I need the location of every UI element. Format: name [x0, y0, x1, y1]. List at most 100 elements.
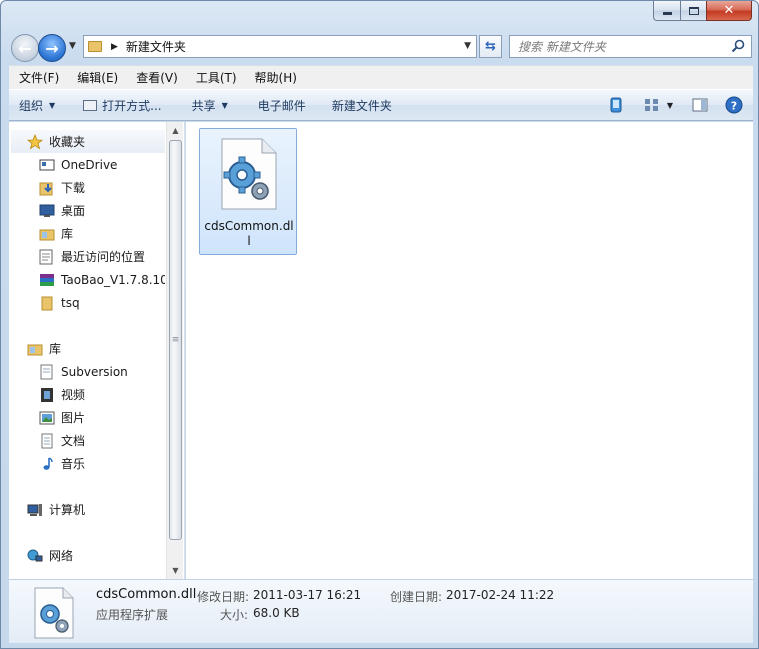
tree-item-recent-places[interactable]: 最近访问的位置 — [39, 245, 145, 268]
application-icon — [83, 99, 98, 111]
tree-item-desktop[interactable]: 桌面 — [39, 199, 85, 222]
tree-item-videos[interactable]: 视频 — [39, 383, 85, 406]
tree-computer[interactable]: 计算机 — [27, 498, 85, 521]
minimize-button[interactable] — [653, 1, 680, 21]
details-pane: cdsCommon.dll 应用程序扩展 修改日期: 2011-03-17 16… — [9, 579, 753, 643]
tree-computer-label: 计算机 — [49, 503, 86, 517]
recent-pages-dropdown[interactable]: ▼ — [69, 41, 76, 51]
tree-favorites[interactable]: 收藏夹 — [11, 130, 165, 153]
tree-item-taobao[interactable]: TaoBao_V1.7.8.10_ — [39, 268, 165, 291]
file-item-selected[interactable]: cdsCommon.dll — [199, 128, 297, 255]
tree-item-tsq[interactable]: tsq — [39, 291, 80, 314]
change-view-icon[interactable] — [643, 96, 661, 114]
tree-item-label: 视频 — [61, 388, 86, 402]
onedrive-icon — [39, 157, 55, 173]
menu-file[interactable]: 文件(F) — [9, 69, 67, 86]
tree-item-label: 文档 — [61, 434, 86, 448]
organize-label: 组织 — [19, 98, 44, 113]
tree-item-library[interactable]: 库 — [39, 222, 73, 245]
tree-item-label: 库 — [61, 227, 74, 241]
breadcrumb-current[interactable]: 新建文件夹 — [126, 38, 186, 55]
winrar-archive-icon — [39, 272, 55, 288]
open-with-button[interactable]: 打开方式... — [67, 90, 173, 120]
tree-network[interactable]: 网络 — [27, 544, 73, 567]
tree-item-label: 音乐 — [61, 457, 86, 471]
desktop-icon — [39, 203, 55, 219]
menu-help[interactable]: 帮助(H) — [245, 69, 305, 86]
preview-pane-icon[interactable] — [691, 96, 709, 114]
computer-icon — [27, 502, 43, 518]
menu-view[interactable]: 查看(V) — [126, 69, 186, 86]
dll-file-gear-icon — [221, 138, 277, 210]
star-icon — [27, 133, 43, 150]
new-folder-button[interactable]: 新建文件夹 — [318, 90, 404, 120]
command-bar: 组织 ▼ 打开方式... 共享 ▼ 电子邮件 新建文件夹 ▼ ? — [9, 89, 753, 121]
phone-icon[interactable] — [607, 96, 625, 114]
tree-item-label: TaoBao_V1.7.8.10_ — [61, 272, 165, 287]
video-icon — [39, 387, 55, 403]
arrow-right-icon: → — [45, 38, 59, 58]
file-list-area[interactable]: cdsCommon.dll — [186, 122, 753, 579]
scroll-down-arrow-icon[interactable]: ▼ — [167, 562, 184, 579]
dll-file-gear-icon — [34, 587, 74, 639]
close-icon: ✕ — [723, 3, 735, 18]
search-input[interactable]: 搜索 新建文件夹 — [518, 38, 606, 55]
minimize-icon — [662, 12, 672, 15]
email-button[interactable]: 电子邮件 — [240, 90, 318, 120]
folder-tree: 收藏夹 OneDrive 下载 桌面 库 最近访问的位置 TaoBao_V1.7… — [9, 122, 165, 579]
tree-item-onedrive[interactable]: OneDrive — [39, 153, 117, 176]
view-options-dropdown[interactable]: ▼ — [667, 101, 673, 110]
organize-button[interactable]: 组织 ▼ — [9, 90, 67, 120]
details-created-value: 2017-02-24 11:22 — [446, 588, 555, 602]
details-size-label: 大小: — [220, 608, 249, 622]
forward-button[interactable]: → — [38, 34, 66, 62]
network-icon — [27, 548, 43, 564]
details-modified-value: 2011-03-17 16:21 — [253, 588, 362, 602]
downloads-folder-icon — [39, 180, 55, 196]
open-with-label: 打开方式... — [102, 98, 162, 113]
help-icon[interactable]: ? — [725, 96, 743, 114]
details-modified-label: 修改日期: — [197, 590, 250, 604]
tree-favorites-label: 收藏夹 — [49, 135, 86, 149]
tree-item-label: 桌面 — [61, 204, 86, 218]
picture-icon — [39, 410, 55, 426]
maximize-icon — [688, 6, 699, 15]
tree-item-pictures[interactable]: 图片 — [39, 406, 85, 429]
tree-item-downloads[interactable]: 下载 — [39, 176, 85, 199]
scroll-up-arrow-icon[interactable]: ▲ — [167, 122, 184, 139]
window-caption-buttons: ✕ — [653, 1, 752, 21]
refresh-icon: ⇆ — [485, 39, 496, 54]
navpane-scrollbar[interactable]: ▲ ≡ ▼ — [166, 122, 183, 579]
address-history-dropdown[interactable]: ▼ — [464, 41, 471, 51]
scrollbar-thumb[interactable]: ≡ — [169, 140, 182, 540]
tree-item-subversion[interactable]: Subversion — [39, 360, 128, 383]
tree-item-music[interactable]: 音乐 — [39, 452, 85, 475]
email-label: 电子邮件 — [257, 98, 306, 113]
tree-item-documents[interactable]: 文档 — [39, 429, 85, 452]
refresh-button[interactable]: ⇆ — [479, 35, 502, 58]
back-button[interactable]: ← — [11, 34, 39, 62]
navigation-pane: 收藏夹 OneDrive 下载 桌面 库 最近访问的位置 TaoBao_V1.7… — [9, 122, 185, 579]
chevron-down-icon: ▼ — [221, 100, 228, 110]
maximize-button[interactable] — [680, 1, 706, 21]
menu-bar: 文件(F) 编辑(E) 查看(V) 工具(T) 帮助(H) — [9, 65, 753, 89]
address-bar[interactable]: ▶ 新建文件夹 ▼ — [83, 35, 477, 58]
tree-item-label: 图片 — [61, 411, 86, 425]
folder-icon — [88, 41, 102, 52]
recent-places-icon — [39, 249, 55, 265]
breadcrumb-separator-icon[interactable]: ▶ — [111, 42, 118, 52]
arrow-left-icon: ← — [18, 38, 32, 58]
close-button[interactable]: ✕ — [706, 1, 752, 21]
details-file-name: cdsCommon.dll — [96, 587, 197, 602]
menu-edit[interactable]: 编辑(E) — [67, 69, 126, 86]
explorer-window: ✕ ← → ▼ ▶ 新建文件夹 ▼ ⇆ 搜索 新建文件夹 文件(F) 编辑(E)… — [0, 0, 759, 649]
navigation-bar: ← → ▼ ▶ 新建文件夹 ▼ ⇆ 搜索 新建文件夹 — [9, 31, 753, 62]
subversion-icon — [39, 364, 55, 380]
tree-libraries[interactable]: 库 — [27, 337, 61, 360]
file-item-label: cdsCommon.dll — [204, 219, 294, 248]
search-icon[interactable] — [731, 39, 745, 53]
search-box[interactable]: 搜索 新建文件夹 — [509, 35, 752, 58]
share-button[interactable]: 共享 ▼ — [174, 90, 240, 120]
menu-tools[interactable]: 工具(T) — [186, 69, 245, 86]
tree-item-label: 下载 — [61, 181, 86, 195]
